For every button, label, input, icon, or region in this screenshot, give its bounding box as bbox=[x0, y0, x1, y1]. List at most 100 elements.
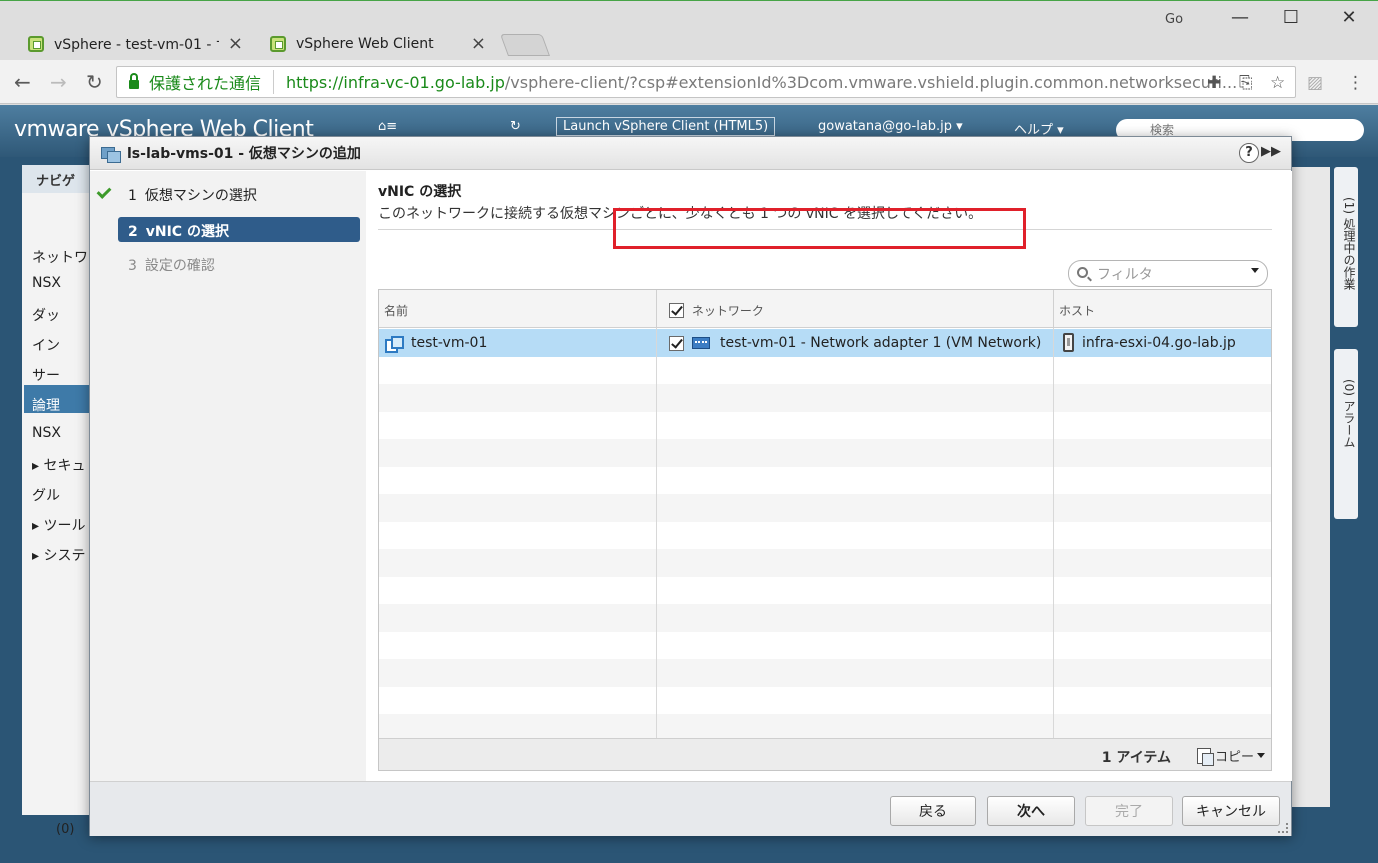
column-divider bbox=[656, 328, 657, 738]
empty-row bbox=[379, 604, 1271, 632]
host-icon bbox=[1063, 333, 1074, 352]
nav-item[interactable]: グル bbox=[32, 485, 60, 505]
copy-button[interactable]: コピー bbox=[1196, 746, 1265, 766]
empty-row bbox=[379, 687, 1271, 715]
profile-name[interactable]: Go bbox=[1165, 12, 1183, 27]
empty-row bbox=[379, 357, 1271, 385]
wizard-steps: 1 仮想マシンの選択 2 vNIC の選択 3 設定の確認 bbox=[90, 171, 366, 781]
empty-row bbox=[379, 494, 1271, 522]
column-divider bbox=[1053, 328, 1054, 738]
column-header-host[interactable]: ホスト bbox=[1054, 290, 1271, 328]
tasks-side-tab[interactable]: (1) 処理中の作業 bbox=[1334, 167, 1358, 327]
empty-row bbox=[379, 384, 1271, 412]
nav-item[interactable]: ▸ セキュ bbox=[32, 455, 85, 475]
home-icon[interactable]: ⌂≡ bbox=[378, 119, 397, 134]
nav-item[interactable]: NSX bbox=[32, 425, 61, 441]
empty-row bbox=[379, 467, 1271, 495]
minimize-icon[interactable]: — bbox=[1225, 7, 1255, 28]
alarms-side-tab[interactable]: (0) アラーム bbox=[1334, 349, 1358, 519]
annotation-highlight-box bbox=[613, 208, 1026, 249]
network-cell: test-vm-01 - Network adapter 1 (VM Netwo… bbox=[669, 335, 1041, 351]
translate-icon[interactable]: ⎘ bbox=[1239, 73, 1253, 93]
browser-tab-strip: vSphere - test-vm-01 - サ × vSphere Web C… bbox=[0, 0, 1378, 61]
dialog-title: ls-lab-vms-01 - 仮想マシンの追加 bbox=[127, 146, 361, 162]
column-header-network[interactable]: ネットワーク bbox=[657, 290, 1054, 328]
cancel-button[interactable]: キャンセル bbox=[1182, 796, 1280, 826]
nav-item[interactable]: ネットワ bbox=[32, 247, 88, 267]
nav-item[interactable]: NSX bbox=[32, 275, 61, 291]
content-title: vNIC の選択 bbox=[378, 184, 462, 200]
vnic-grid: 名前 ネットワーク ホスト test-vm-01 test-vm-01 - Ne… bbox=[378, 289, 1272, 771]
item-count: 1 アイテム bbox=[1101, 750, 1171, 766]
host-cell: infra-esxi-04.go-lab.jp bbox=[1063, 333, 1236, 352]
logical-switch-icon bbox=[101, 145, 121, 163]
step-select-vm[interactable]: 1 仮想マシンの選択 bbox=[118, 181, 360, 206]
grid-footer: 1 アイテム コピー bbox=[379, 738, 1271, 770]
nav-item[interactable]: ▸ ツール bbox=[32, 515, 85, 535]
nav-item[interactable]: イン bbox=[32, 335, 60, 355]
close-tab-icon[interactable]: × bbox=[471, 33, 486, 54]
step-select-vnic[interactable]: 2 vNIC の選択 bbox=[118, 217, 360, 242]
filter-placeholder: フィルタ bbox=[1097, 267, 1153, 283]
content-panel bbox=[1290, 167, 1330, 807]
extension-puzzle-icon[interactable]: ✚ bbox=[1207, 73, 1221, 93]
launch-html5-button[interactable]: Launch vSphere Client (HTML5) bbox=[556, 117, 776, 136]
new-tab-button[interactable] bbox=[499, 34, 551, 56]
help-icon[interactable]: ? bbox=[1239, 143, 1259, 163]
table-row[interactable]: test-vm-01 test-vm-01 - Network adapter … bbox=[379, 329, 1271, 357]
finish-button[interactable]: 完了 bbox=[1085, 796, 1173, 826]
empty-row bbox=[379, 412, 1271, 440]
chevron-down-icon[interactable] bbox=[1251, 268, 1259, 273]
address-toolbar: ← → ↻ 保護された通信 https://infra-vc-01.go-lab… bbox=[0, 60, 1378, 104]
vnic-checkbox[interactable] bbox=[669, 335, 684, 351]
step-confirm: 3 設定の確認 bbox=[128, 258, 215, 274]
forward-arrow-icon[interactable]: → bbox=[50, 70, 67, 94]
tab-title: vSphere Web Client bbox=[296, 35, 434, 52]
empty-row bbox=[379, 577, 1271, 605]
nav-item[interactable]: ダッ bbox=[32, 305, 60, 325]
browser-tab-web-client[interactable]: vSphere Web Client × bbox=[254, 26, 500, 61]
bookmark-star-icon[interactable]: ☆ bbox=[1270, 73, 1285, 93]
resize-grip[interactable] bbox=[1278, 823, 1288, 833]
filter-input[interactable]: フィルタ bbox=[1068, 260, 1268, 287]
empty-row bbox=[379, 549, 1271, 577]
reload-icon[interactable]: ↻ bbox=[86, 70, 103, 94]
nav-item[interactable]: 論理 bbox=[32, 395, 60, 415]
lock-icon bbox=[129, 72, 139, 89]
empty-row bbox=[379, 439, 1271, 467]
network-adapter-icon bbox=[692, 337, 710, 349]
vsphere-favicon-icon bbox=[28, 35, 44, 52]
dialog-titlebar: ls-lab-vms-01 - 仮想マシンの追加 ? ▶▶ bbox=[90, 137, 1291, 170]
security-label: 保護された通信 bbox=[149, 70, 275, 94]
menu-kebab-icon[interactable]: ⋮ bbox=[1347, 73, 1364, 93]
vsphere-favicon-icon bbox=[270, 35, 286, 52]
url-path: /vsphere-client/?csp#extensionId%3Dcom.v… bbox=[504, 72, 1238, 92]
select-all-checkbox[interactable] bbox=[669, 303, 684, 318]
empty-row bbox=[379, 632, 1271, 660]
maximize-icon[interactable]: ☐ bbox=[1276, 7, 1306, 28]
vm-name-cell: test-vm-01 bbox=[385, 335, 487, 353]
tab-title: vSphere - test-vm-01 - サ bbox=[54, 36, 219, 53]
add-vm-dialog: ls-lab-vms-01 - 仮想マシンの追加 ? ▶▶ 1 仮想マシンの選択 … bbox=[89, 136, 1292, 836]
copy-icon bbox=[1196, 747, 1214, 766]
close-window-icon[interactable]: ✕ bbox=[1334, 7, 1364, 28]
refresh-icon[interactable]: ↻ bbox=[510, 119, 521, 134]
chevron-down-icon bbox=[1257, 753, 1265, 758]
back-button[interactable]: 戻る bbox=[890, 796, 976, 826]
expand-icon[interactable]: ▶▶ bbox=[1261, 144, 1281, 159]
vm-icon bbox=[385, 336, 404, 353]
next-button[interactable]: 次へ bbox=[987, 796, 1075, 826]
column-header-name[interactable]: 名前 bbox=[379, 290, 657, 328]
browser-tab-vsphere-vm[interactable]: vSphere - test-vm-01 - サ × bbox=[12, 26, 257, 61]
step-done-check-icon bbox=[96, 184, 112, 199]
url-bar[interactable]: 保護された通信 https://infra-vc-01.go-lab.jp /v… bbox=[116, 66, 1296, 98]
wizard-content: vNIC の選択 このネットワークに接続する仮想マシンごとに、少なくとも 1 つ… bbox=[366, 171, 1292, 781]
dialog-footer: 戻る 次へ 完了 キャンセル bbox=[90, 781, 1291, 836]
user-menu[interactable]: gowatana@go-lab.jp ▾ bbox=[818, 119, 963, 134]
back-arrow-icon[interactable]: ← bbox=[14, 70, 31, 94]
grid-header: 名前 ネットワーク ホスト bbox=[379, 290, 1271, 328]
close-tab-icon[interactable]: × bbox=[228, 33, 243, 54]
extension-pen-icon[interactable]: ▨ bbox=[1307, 73, 1323, 93]
nav-item[interactable]: サー bbox=[32, 365, 60, 385]
nav-item[interactable]: ▸ システ bbox=[32, 545, 85, 565]
